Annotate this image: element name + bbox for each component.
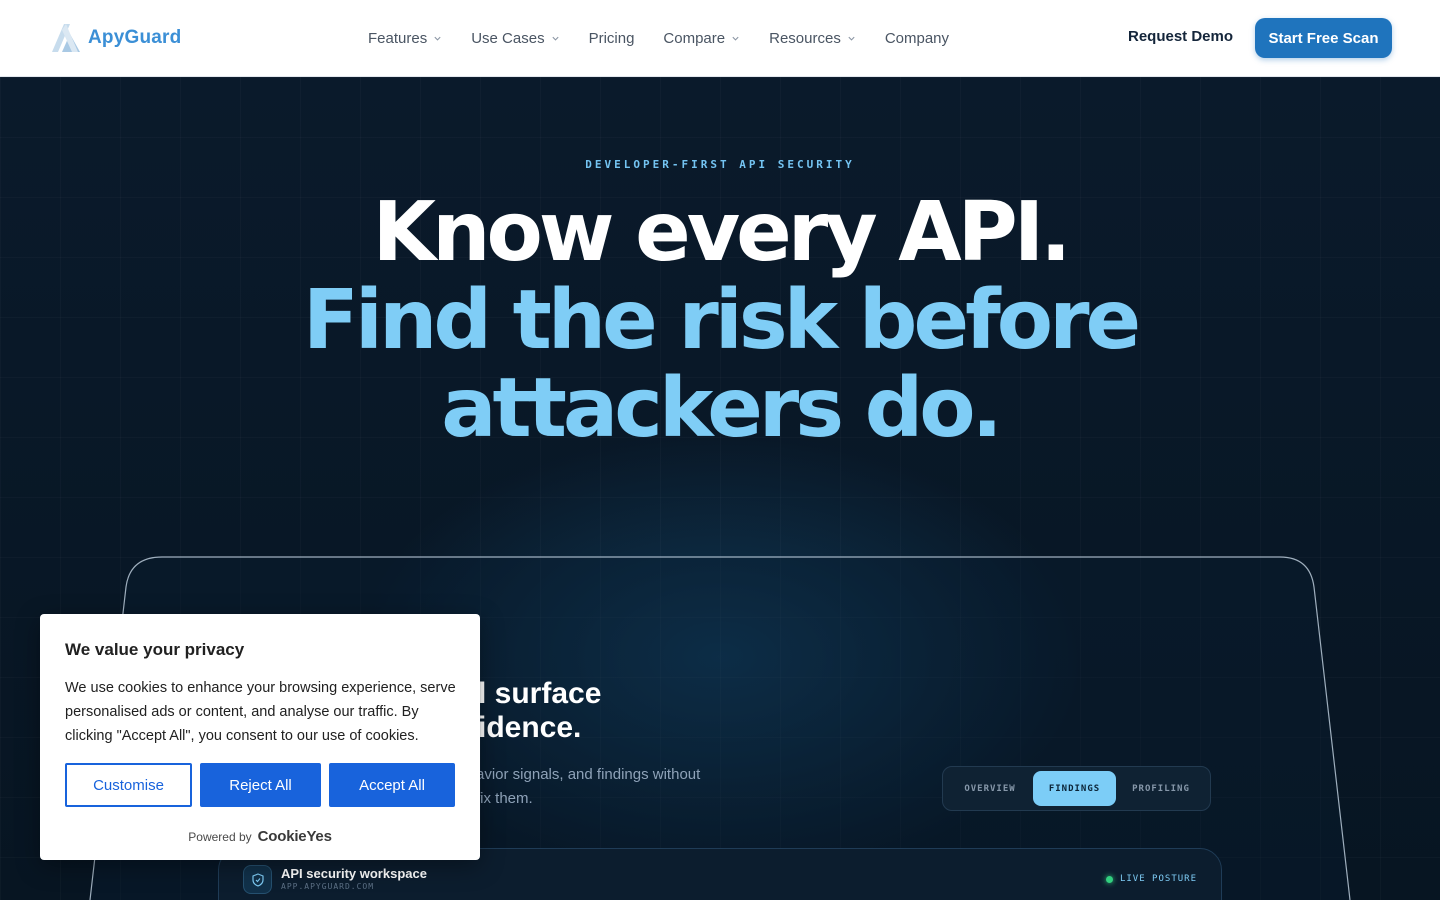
- nav-item-features[interactable]: Features: [368, 30, 442, 47]
- customise-button[interactable]: Customise: [65, 763, 192, 807]
- nav-item-compare[interactable]: Compare: [663, 30, 740, 47]
- workspace-title: API security workspace: [281, 866, 427, 881]
- hero-eyebrow: DEVELOPER-FIRST API SECURITY: [585, 158, 855, 171]
- cookie-description: We use cookies to enhance your browsing …: [65, 680, 456, 744]
- cookieyes-logo[interactable]: CookieYes: [258, 828, 332, 845]
- nav-label: Resources: [769, 30, 841, 47]
- nav-label: Use Cases: [471, 30, 545, 47]
- logo-text: ApyGuard: [88, 27, 182, 48]
- headline-line-1: Know every API.: [372, 185, 1072, 280]
- nav-label: Company: [884, 30, 950, 47]
- main-nav: Features Use Cases Pricing Compare Resou…: [368, 0, 978, 77]
- hero-headline: Know every API. Find the risk before att…: [0, 189, 1440, 453]
- live-posture-status: LIVE POSTURE: [1105, 874, 1197, 884]
- nav-item-pricing[interactable]: Pricing: [589, 30, 635, 47]
- tab-findings[interactable]: FINDINGS: [1033, 771, 1116, 806]
- workspace-url: APP.APYGUARD.COM: [281, 882, 375, 891]
- request-demo-link[interactable]: Request Demo: [1128, 28, 1233, 45]
- nav-item-use-cases[interactable]: Use Cases: [471, 30, 559, 47]
- start-free-scan-button[interactable]: Start Free Scan: [1255, 18, 1392, 58]
- panel-description: avior signals, and findings without fix …: [476, 763, 716, 811]
- nav-label: Features: [368, 30, 428, 47]
- site-header: ApyGuard Features Use Cases Pricing Comp…: [0, 0, 1440, 77]
- workspace-icon-box: [243, 865, 272, 894]
- reject-all-button[interactable]: Reject All: [200, 763, 321, 807]
- panel-description-line-1: avior signals, and findings without: [476, 766, 701, 783]
- accept-all-button[interactable]: Accept All: [329, 763, 455, 807]
- nav-item-company[interactable]: Company: [885, 30, 949, 47]
- nav-item-resources[interactable]: Resources: [769, 30, 856, 47]
- headline-line-2: Find the risk before: [302, 273, 1141, 368]
- tab-overview[interactable]: OVERVIEW: [947, 771, 1033, 806]
- live-posture-label: LIVE POSTURE: [1119, 874, 1197, 884]
- chevron-down-icon: [434, 36, 441, 41]
- shield-icon: [251, 872, 264, 887]
- nav-label: Compare: [663, 30, 726, 47]
- nav-label: Pricing: [588, 30, 635, 47]
- powered-by-label: Powered by: [188, 829, 252, 844]
- chevron-down-icon: [551, 36, 559, 41]
- cookie-consent-banner: We value your privacy We use cookies to …: [40, 614, 480, 860]
- apyguard-logo-icon: [52, 24, 80, 52]
- cookie-title: We value your privacy: [65, 640, 245, 659]
- status-dot-icon: [1105, 875, 1113, 883]
- powered-by: Powered by CookieYes: [40, 828, 480, 845]
- chevron-down-icon: [732, 36, 739, 41]
- chevron-down-icon: [848, 36, 855, 41]
- view-tabs: OVERVIEW FINDINGS PROFILING: [942, 766, 1211, 811]
- panel-description-line-2: fix them.: [476, 790, 533, 807]
- headline-line-3: attackers do.: [441, 361, 1003, 456]
- logo[interactable]: ApyGuard: [48, 20, 181, 56]
- tab-profiling[interactable]: PROFILING: [1116, 771, 1206, 806]
